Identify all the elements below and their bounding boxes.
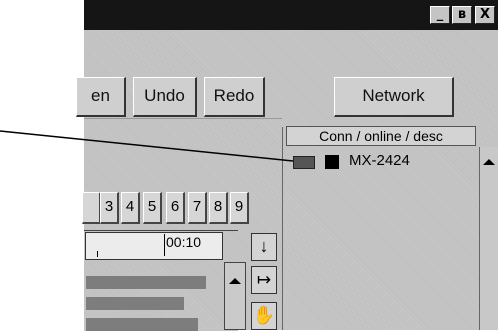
timecode-label: 00:10 [166,234,202,250]
track-number: 4 [125,198,135,215]
timeline-scrollbar[interactable] [224,262,246,330]
track-bar[interactable] [86,276,206,289]
hand-tool[interactable]: ✋ [251,302,277,330]
ruler-tick [97,251,98,257]
fit-width-tool[interactable]: ↦ [251,266,277,294]
track-button-8[interactable]: 8 [209,192,228,224]
track-button-5[interactable]: 5 [143,192,162,224]
annotation-arrow [0,130,294,162]
timeline-ruler[interactable]: 00:10 [85,232,223,260]
track-button-4[interactable]: 4 [121,192,140,224]
track-button-6[interactable]: 6 [166,192,185,224]
track-bar[interactable] [86,297,184,310]
track-number: 3 [104,198,114,215]
track-button-7[interactable]: 7 [188,192,207,224]
track-number: 5 [147,198,157,215]
ruler-marker [164,234,165,256]
track-button-9[interactable]: 9 [230,192,249,224]
track-bar[interactable] [86,318,198,331]
hand-icon: ✋ [252,305,276,326]
track-number: 8 [213,198,223,215]
track-button[interactable] [82,192,101,224]
down-arrow-icon: ↓ [259,236,269,256]
track-number: 9 [234,198,244,215]
fit-width-icon: ↦ [256,270,272,289]
scroll-up-arrow-icon[interactable] [229,278,241,284]
track-number: 6 [170,198,180,215]
track-number: 7 [192,198,202,215]
down-arrow-tool[interactable]: ↓ [251,233,277,261]
track-button-3[interactable]: 3 [100,192,119,224]
